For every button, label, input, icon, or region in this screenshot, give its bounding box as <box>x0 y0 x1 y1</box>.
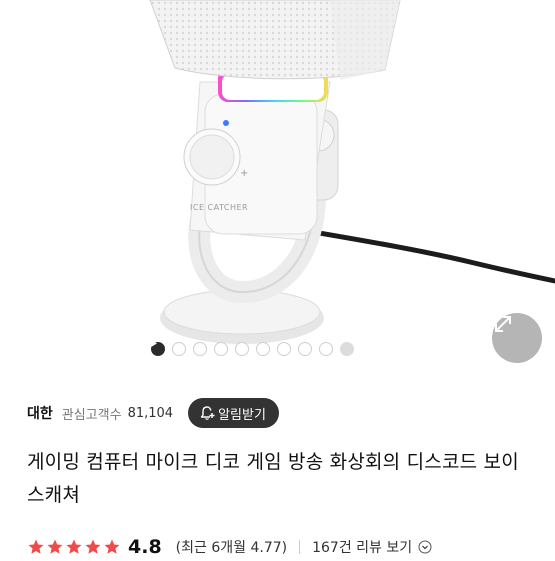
review-link[interactable]: 167건 리뷰 보기 <box>312 537 412 557</box>
svg-text:+: + <box>240 168 248 179</box>
store-name[interactable]: 대한 <box>27 403 53 423</box>
star-icon <box>47 539 63 554</box>
fans-count: 81,104 <box>127 405 174 421</box>
pagination-dot[interactable] <box>172 342 186 356</box>
rating-row: 4.8 (최근 6개월 4.77) 167건 리뷰 보기 <box>27 533 432 561</box>
star-icon <box>28 539 44 554</box>
star-icon <box>85 539 101 554</box>
expand-image-button[interactable] <box>492 313 542 363</box>
bell-plus-icon <box>200 406 215 420</box>
pagination-dot[interactable] <box>277 342 291 356</box>
fans-label: 관심고객수 <box>61 407 122 423</box>
expand-icon <box>495 316 511 332</box>
product-image-gallery[interactable]: + ICE CATCHER <box>0 0 555 368</box>
video-slide-dot[interactable] <box>151 340 354 356</box>
pagination-dot[interactable] <box>298 342 312 356</box>
star-icon <box>66 539 82 554</box>
product-image: + ICE CATCHER <box>149 0 555 344</box>
rating-stars <box>27 538 121 556</box>
play-icon <box>151 340 157 347</box>
divider <box>299 540 301 554</box>
pagination-dot[interactable] <box>256 342 270 356</box>
alarm-label: 알림받기 <box>218 407 266 423</box>
product-title: 게이밍 컴퓨터 마이크 디코 게임 방송 화상회의 디스코드 보이스캐쳐 <box>27 451 519 506</box>
pagination-dot[interactable] <box>319 342 333 356</box>
pagination-dot[interactable] <box>235 342 249 356</box>
store-info-row: 대한 관심고객수 81,104 알림받기 <box>27 398 555 428</box>
image-pagination <box>151 340 354 358</box>
alarm-subscribe-button[interactable]: 알림받기 <box>188 398 279 428</box>
pagination-dot[interactable] <box>193 342 207 356</box>
mic-label: ICE CATCHER <box>190 203 248 212</box>
rating-recent: (최근 6개월 4.77) <box>175 540 288 556</box>
pagination-dot[interactable] <box>214 342 228 356</box>
star-icon <box>104 539 120 554</box>
chevron-down-icon[interactable] <box>418 540 432 554</box>
